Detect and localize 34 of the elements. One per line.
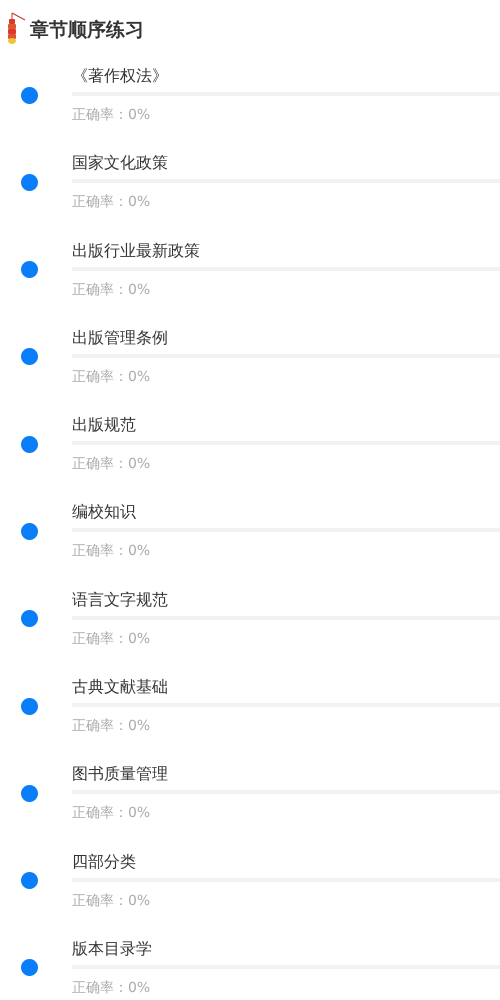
- chapter-title[interactable]: 出版规范: [72, 413, 500, 438]
- bullet-dot-icon: [21, 348, 38, 366]
- chapter-title[interactable]: 《著作权法》: [72, 64, 500, 88]
- chapter-title[interactable]: 版本目录学: [72, 936, 500, 961]
- accuracy-text: 正确率：0%: [72, 892, 152, 911]
- accuracy-text: 正确率：0%: [72, 193, 152, 212]
- bullet-dot-icon: [21, 698, 38, 715]
- page-title: 章节顺序练习: [30, 18, 144, 43]
- chapter-title[interactable]: 编校知识: [72, 500, 500, 524]
- accuracy-text: 正确率：0%: [72, 106, 152, 125]
- bullet-dot-icon: [21, 872, 38, 890]
- chapter-title[interactable]: 图书质量管理: [72, 762, 500, 786]
- bullet-dot-icon: [21, 261, 38, 278]
- bullet-dot-icon: [21, 522, 38, 540]
- accuracy-text: 正确率：0%: [72, 542, 152, 562]
- accuracy-text: 正确率：0%: [72, 455, 152, 474]
- accuracy-text: 正确率：0%: [72, 978, 152, 998]
- chapter-title[interactable]: 语言文字规范: [72, 588, 500, 612]
- bullet-dot-icon: [21, 436, 38, 453]
- bullet-dot-icon: [21, 959, 38, 976]
- accuracy-text: 正确率：0%: [72, 280, 152, 300]
- bullet-dot-icon: [21, 610, 38, 628]
- chapter-title[interactable]: 四部分类: [72, 850, 500, 874]
- bullet-dot-icon: [21, 174, 38, 191]
- accuracy-text: 正确率：0%: [72, 804, 152, 824]
- chapter-title[interactable]: 国家文化政策: [72, 151, 500, 176]
- chapter-title[interactable]: 古典文献基础: [72, 675, 500, 700]
- chapter-title[interactable]: 出版管理条例: [72, 326, 500, 350]
- bullet-dot-icon: [21, 784, 38, 802]
- accuracy-text: 正确率：0%: [72, 630, 152, 649]
- accuracy-text: 正确率：0%: [72, 368, 152, 387]
- chapter-title[interactable]: 出版行业最新政策: [72, 238, 500, 263]
- bullet-dot-icon: [21, 86, 38, 104]
- accuracy-text: 正确率：0%: [72, 717, 152, 736]
